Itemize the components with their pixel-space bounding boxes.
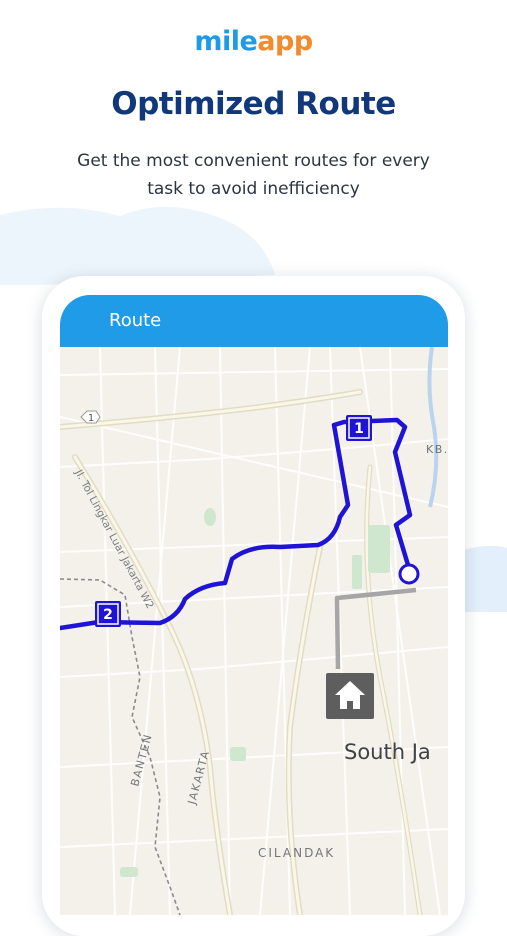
route-map[interactable]: 1 KB. Jl. Tol Lingkar Luar Jakarta W2 BA… <box>60 347 448 915</box>
map-label-kb: KB. <box>426 443 448 456</box>
page-subtitle: Get the most convenient routes for every… <box>77 151 430 199</box>
stop-label-2: 2 <box>103 607 113 623</box>
map-label-south-jakarta: South Ja <box>344 740 431 764</box>
stop-marker-2[interactable]: 2 <box>95 601 121 627</box>
phone-screen: Route 1 KB. Jl. Tol Lingkar Luar Jakarta… <box>60 295 448 915</box>
road-shield-label: 1 <box>88 413 94 424</box>
home-icon[interactable] <box>326 673 374 719</box>
logo-part-app: app <box>257 26 313 57</box>
app-bar: Route <box>60 295 448 347</box>
logo-part-mile: mile <box>194 26 258 57</box>
stop-marker-1[interactable]: 1 <box>346 415 372 441</box>
stop-label-1: 1 <box>354 421 364 437</box>
route-endpoint-marker[interactable] <box>398 563 420 585</box>
app-bar-title: Route <box>109 310 162 331</box>
map-label-cilandak: CILANDAK <box>258 846 335 860</box>
mileapp-logo: mileapp <box>0 26 507 57</box>
page-title: Optimized Route <box>111 86 396 122</box>
